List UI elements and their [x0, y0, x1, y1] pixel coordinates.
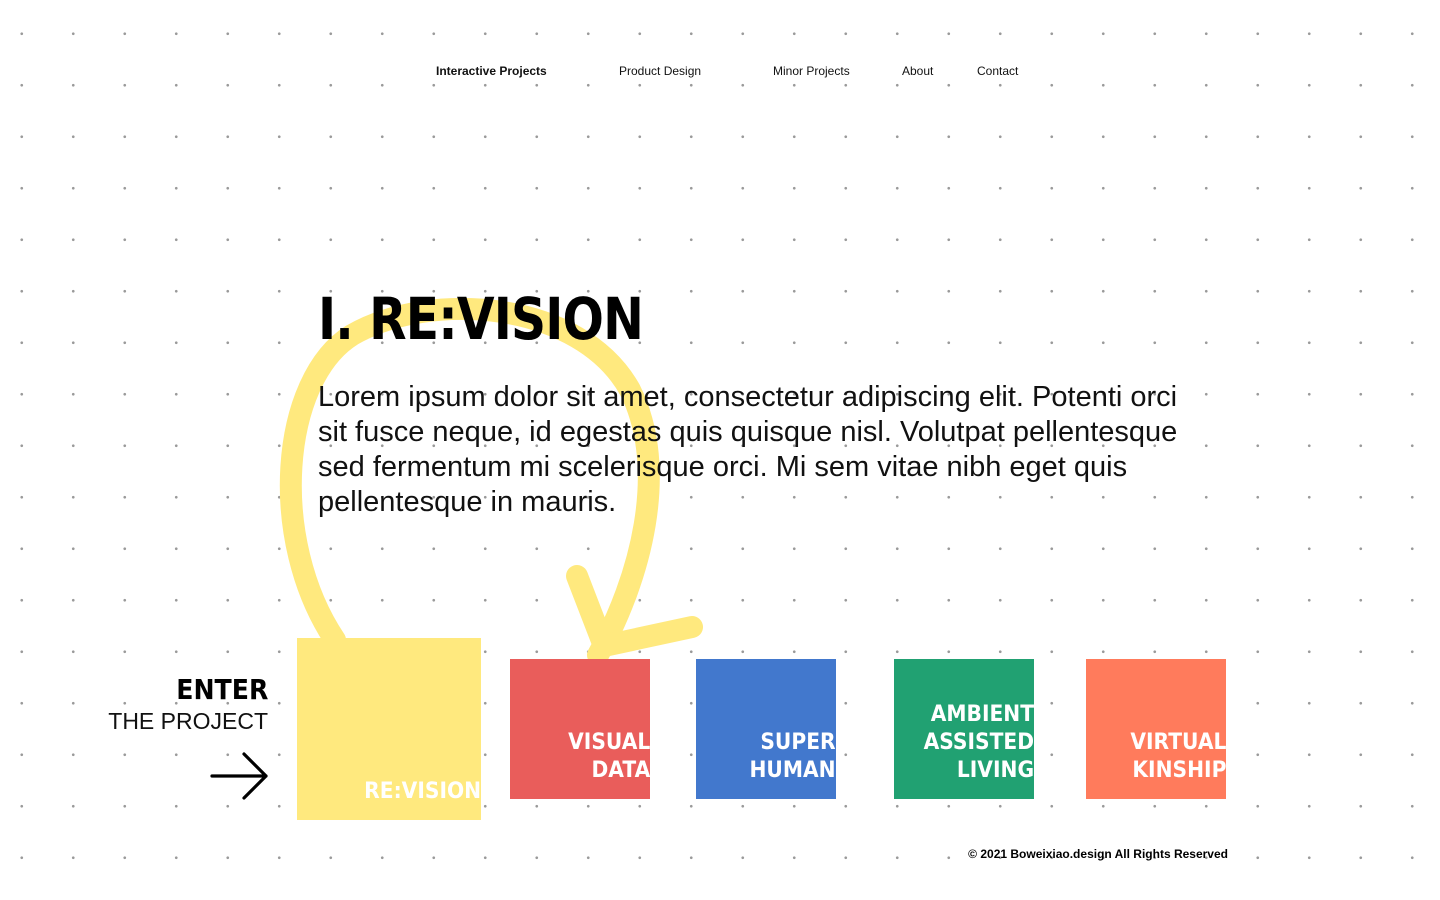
project-tile-label: VISUAL DATA [567, 730, 650, 783]
project-tile-label: SUPER HUMAN [749, 730, 836, 783]
project-tile-ambient-assisted-living[interactable]: AMBIENT ASSISTED LIVING [894, 659, 1034, 799]
footer-copyright: © 2021 Boweixiao.design All Rights Reser… [968, 847, 1228, 861]
page-title: I. RE:VISION [318, 285, 644, 353]
project-tile-label: AMBIENT ASSISTED LIVING [923, 702, 1034, 783]
project-tile-revision[interactable]: RE:VISION [297, 638, 481, 820]
loop-arrow-head [566, 565, 703, 657]
top-navigation: Interactive Projects Product Design Mino… [0, 64, 1440, 82]
nav-item-about[interactable]: About [902, 64, 933, 78]
nav-item-product-design[interactable]: Product Design [619, 64, 701, 78]
project-description: Lorem ipsum dolor sit amet, consectetur … [318, 381, 1178, 518]
nav-item-interactive-projects[interactable]: Interactive Projects [436, 64, 547, 78]
project-tile-virtual-kinship[interactable]: VIRTUAL KINSHIP [1086, 659, 1226, 799]
enter-title: ENTER [175, 673, 268, 706]
nav-item-contact[interactable]: Contact [977, 64, 1018, 78]
project-tile-label: VIRTUAL KINSHIP [1129, 730, 1226, 783]
enter-subtitle: THE PROJECT [108, 708, 268, 734]
arrow-right-icon[interactable] [210, 750, 270, 802]
nav-item-minor-projects[interactable]: Minor Projects [773, 64, 850, 78]
project-tile-visual-data[interactable]: VISUAL DATA [510, 659, 650, 799]
project-tile-label: RE:VISION [364, 779, 481, 804]
project-tile-super-human[interactable]: SUPER HUMAN [696, 659, 836, 799]
